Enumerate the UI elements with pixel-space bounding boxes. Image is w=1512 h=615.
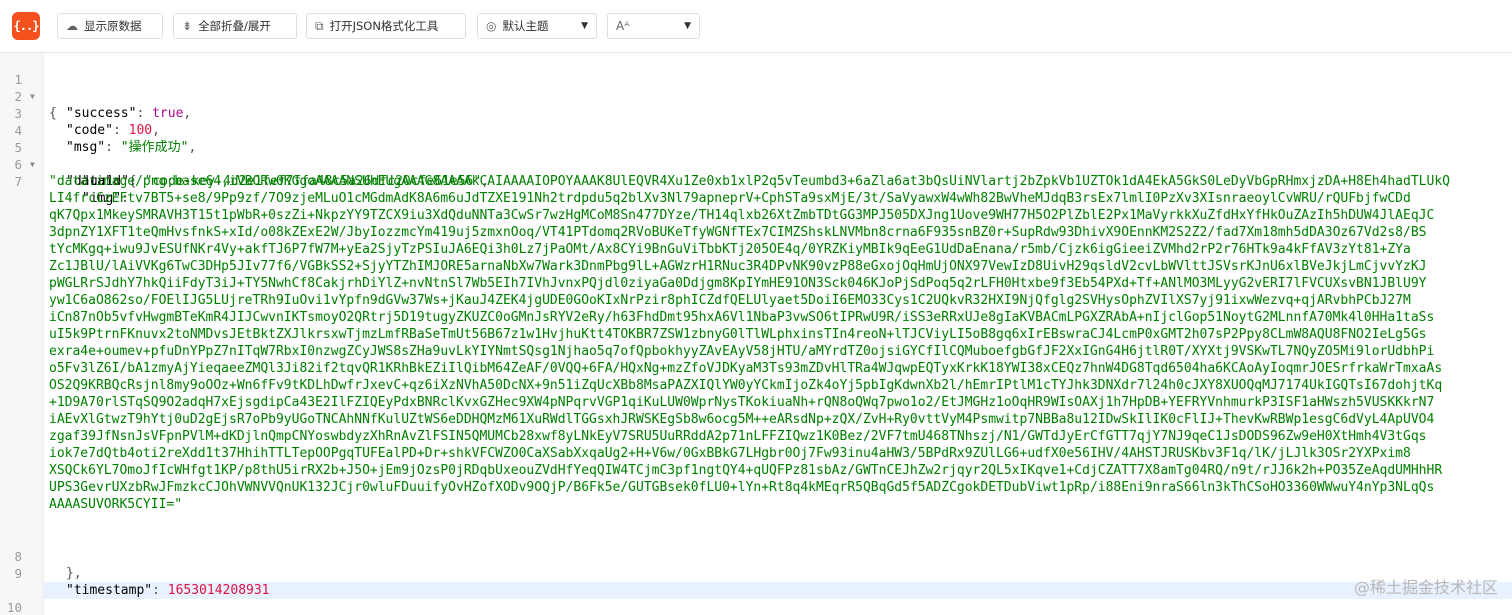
chevron-down-icon: ▼ — [684, 21, 691, 31]
json-number: 1653014208931 — [167, 583, 270, 598]
code-line: 8 }, — [0, 531, 81, 581]
json-boolean: true — [152, 106, 184, 121]
font-size-select[interactable]: Aᴬ ▼ — [607, 13, 700, 39]
code-line: 5 ▼ "data": { — [0, 122, 136, 189]
line-number: 9 — [14, 566, 22, 581]
json-editor[interactable]: 1 ▼ { 2 "success": true, 3 "code": 100, … — [0, 53, 1512, 615]
json-key: "timestamp" — [66, 583, 153, 598]
palette-icon: ◎ — [486, 19, 497, 33]
open-json-tool-button[interactable]: ⧉ 打开JSON格式化工具 — [306, 13, 466, 39]
cloud-icon: ☁ — [66, 19, 78, 33]
code-line: 9 "timestamp": 1653014208931 — [0, 548, 269, 598]
code-line: 6 "uuid": "code-key-4d2e1fef7ffa48c5a26d… — [0, 139, 489, 189]
code-line: 3 "code": 100, — [0, 88, 159, 138]
json-key: "msg" — [66, 140, 106, 155]
line-number: 7 — [14, 174, 22, 189]
code-line: 4 "msg": "操作成功", — [0, 105, 196, 155]
line-number: 10 — [6, 600, 22, 615]
json-key: "code" — [66, 123, 113, 138]
toolbar: {..} ☁ 显示原数据 ⇟ 全部折叠/展开 ⧉ 打开JSON格式化工具 ◎ 默… — [0, 0, 1512, 53]
font-size-icon: Aᴬ — [616, 19, 630, 33]
open-json-tool-label: 打开JSON格式化工具 — [329, 19, 439, 33]
json-viewer-logo: {..} — [12, 12, 40, 40]
show-raw-button[interactable]: ☁ 显示原数据 — [57, 13, 163, 39]
theme-select-value: 默认主题 — [502, 19, 549, 33]
code-line: 7 "img": — [0, 156, 129, 206]
json-number: 100 — [128, 123, 153, 138]
json-key: "success" — [66, 106, 137, 121]
fold-icon: ⇟ — [182, 19, 193, 33]
code-line: 2 "success": true, — [0, 71, 191, 121]
json-string: "操作成功" — [120, 140, 189, 155]
code-line: 1 ▼ { — [0, 54, 56, 121]
watermark: @稀土掘金技术社区 — [1353, 578, 1498, 597]
external-tool-icon: ⧉ — [315, 19, 324, 33]
fold-all-label: 全部折叠/展开 — [198, 19, 271, 33]
theme-select[interactable]: ◎ 默认主题 ▼ — [477, 13, 597, 39]
show-raw-label: 显示原数据 — [84, 19, 142, 33]
fold-all-button[interactable]: ⇟ 全部折叠/展开 — [173, 13, 297, 39]
chevron-down-icon: ▼ — [581, 21, 588, 31]
code-line: 10 } — [0, 582, 31, 615]
